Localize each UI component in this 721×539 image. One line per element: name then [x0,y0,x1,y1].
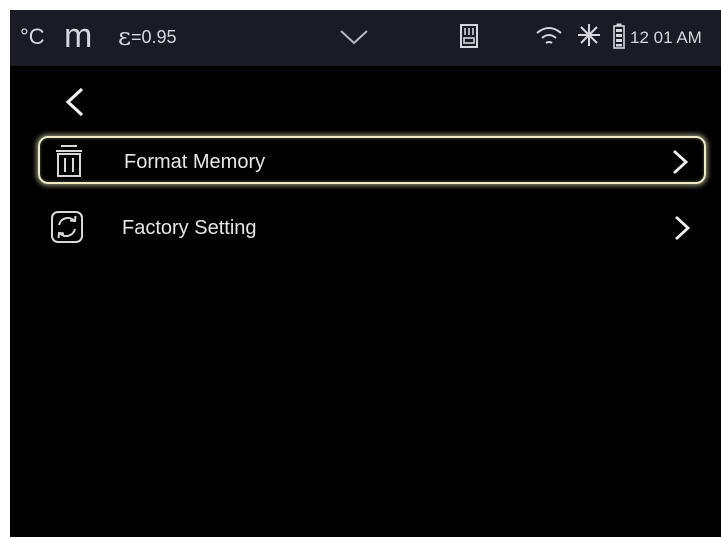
status-bar: °C m ε=0.95 12 01 AM [10,10,721,66]
chevron-right-icon [673,149,688,175]
emissivity-value: =0.95 [130,27,177,47]
menu-item-factory-setting[interactable]: Factory Setting [38,204,706,252]
menu-item-label: Format Memory [124,151,266,173]
emissivity-symbol: ε [118,22,131,51]
device-screen: °C m ε=0.95 12 01 AM Format Memory Facto… [10,10,721,537]
clock: 12 01 AM [630,28,702,47]
chevron-down-icon[interactable] [339,28,369,46]
trash-icon [56,145,82,177]
back-arrow-icon[interactable] [62,86,88,118]
battery-icon [613,23,625,49]
chevron-right-icon [675,215,690,241]
sd-card-icon [460,24,478,48]
temperature-unit[interactable]: °C [20,24,45,50]
distance-unit[interactable]: m [64,19,92,53]
reset-icon [51,211,83,243]
menu-item-format-memory[interactable]: Format Memory [38,136,706,184]
sun-icon [578,24,600,46]
wifi-icon [536,27,562,44]
emissivity-setting[interactable]: ε=0.95 [118,24,177,49]
menu-item-label: Factory Setting [122,217,257,239]
